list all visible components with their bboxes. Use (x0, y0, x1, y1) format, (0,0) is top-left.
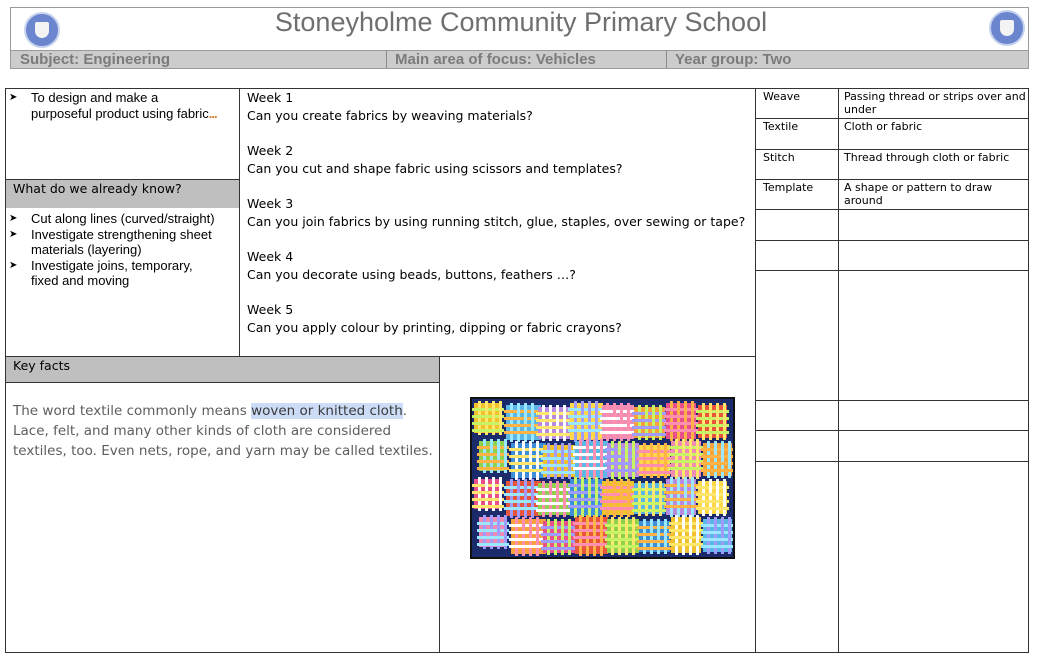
woven-square (664, 401, 698, 441)
list-item: ➤ Investigate strengthening sheet (9, 226, 212, 242)
school-logo-left-icon (24, 12, 60, 48)
week-label: Week 3 (247, 196, 294, 211)
spellcheck-squiggle-icon: ... (208, 105, 218, 121)
woven-square (605, 517, 641, 555)
woven-square (605, 441, 641, 479)
woven-square (632, 481, 667, 516)
woven-squares-picture (472, 399, 733, 557)
woven-square (568, 477, 605, 518)
arrow-bullet-icon: ➤ (9, 92, 18, 103)
list-item: ➤ Investigate joins, temporary, (9, 257, 193, 273)
woven-square (504, 403, 543, 442)
woven-square (568, 401, 605, 442)
woven-square (600, 479, 636, 517)
school-title: Stoneyholme Community Primary School (274, 7, 768, 37)
vocab-definition: Cloth or fabric (844, 120, 923, 133)
vocab-term: Textile (763, 120, 799, 133)
objective-item: ➤ To design and make a purposeful produc… (9, 90, 218, 121)
list-item-continued: materials (layering) (31, 242, 142, 257)
week-item: Week 4 Can you decorate using beads, but… (247, 248, 752, 284)
arrow-bullet-icon: ➤ (9, 259, 18, 271)
week-question: Can you join fabrics by using running st… (247, 214, 746, 229)
woven-square (477, 515, 509, 549)
woven-square (664, 477, 698, 517)
already-know-heading: What do we already know? (6, 180, 239, 208)
list-item-continued: fixed and moving (31, 273, 130, 288)
school-logo-right-icon (989, 10, 1025, 46)
week-item: Week 3 Can you join fabrics by using run… (247, 195, 752, 231)
woven-square (632, 405, 667, 440)
woven-square (509, 441, 548, 480)
vocab-definition: A shape or pattern to draw around (844, 181, 993, 207)
woven-square (669, 515, 703, 555)
woven-square (637, 443, 672, 478)
week-item: Week 1 Can you create fabrics by weaving… (247, 89, 752, 125)
focus-label: Main area of focus: Vehicles (395, 51, 596, 68)
week-label: Week 4 (247, 249, 294, 264)
already-know-list: ➤ Cut along lines (curved/straight) ➤ Inve… (6, 211, 238, 289)
vocab-term: Stitch (763, 151, 795, 164)
woven-square (669, 439, 703, 479)
subject-label: Subject: Engineering (20, 51, 171, 68)
vocab-definition: Thread through cloth or fabric (844, 151, 1010, 164)
highlighted-text: woven or knitted cloth (251, 403, 403, 419)
vocab-term: Weave (763, 90, 801, 103)
woven-square (477, 439, 509, 473)
year-group-label: Year group: Two (675, 51, 792, 68)
week-label: Week 1 (247, 90, 294, 105)
woven-square (573, 515, 610, 556)
arrow-bullet-icon: ➤ (9, 213, 18, 224)
week-label: Week 2 (247, 143, 294, 158)
woven-square (600, 403, 636, 441)
woven-square (472, 477, 504, 511)
woven-square (637, 519, 672, 554)
vocab-term: Template (763, 181, 814, 194)
woven-square (701, 517, 733, 554)
woven-square (509, 517, 548, 556)
week-question: Can you create fabrics by weaving materi… (247, 108, 533, 123)
key-facts-heading: Key facts (6, 357, 439, 382)
woven-square (696, 403, 729, 440)
weekly-questions: Week 1 Can you create fabrics by weaving… (247, 89, 752, 354)
woven-square (573, 439, 610, 480)
arrow-bullet-icon: ➤ (9, 228, 18, 240)
week-item: Week 5 Can you apply colour by printing,… (247, 301, 752, 337)
woven-square (701, 441, 733, 478)
week-question: Can you cut and shape fabric using sciss… (247, 161, 623, 176)
week-item: Week 2 Can you cut and shape fabric usin… (247, 142, 752, 178)
woven-artwork-image (470, 397, 735, 559)
week-label: Week 5 (247, 302, 294, 317)
woven-square (472, 401, 504, 435)
week-question: Can you decorate using beads, buttons, f… (247, 267, 576, 282)
woven-square (504, 479, 543, 518)
week-question: Can you apply colour by printing, dippin… (247, 320, 622, 335)
key-facts-text: The word textile commonly means woven or… (13, 403, 433, 459)
list-item: ➤ Cut along lines (curved/straight) (9, 211, 215, 226)
woven-square (696, 479, 729, 516)
objective-list: ➤ To design and make a purposeful produc… (6, 90, 238, 121)
vocab-definition: Passing thread or strips over and under (844, 90, 1026, 116)
